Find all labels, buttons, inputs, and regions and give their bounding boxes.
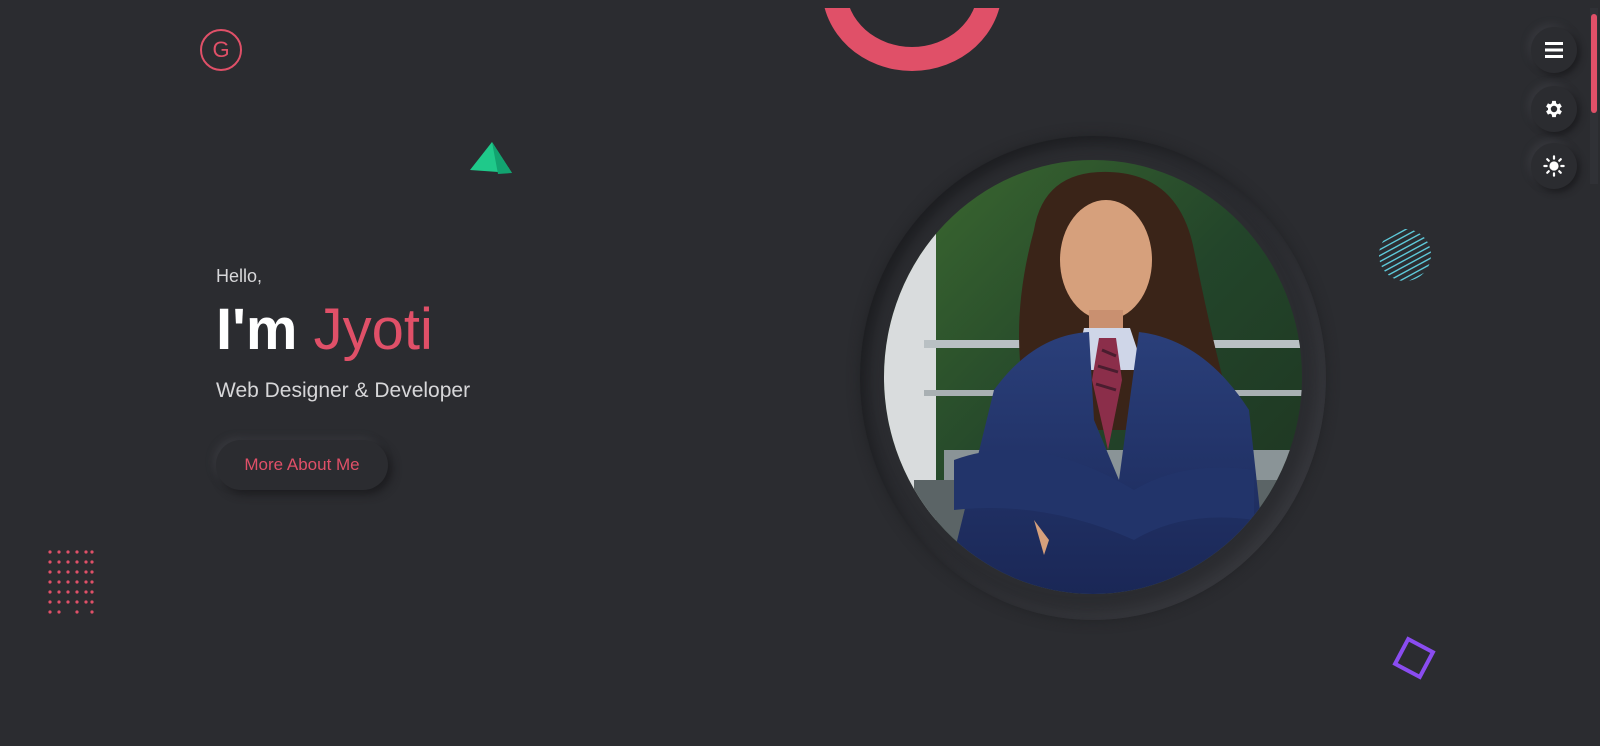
more-about-me-button[interactable]: More About Me	[216, 440, 388, 490]
logo-letter: G	[212, 37, 230, 62]
gear-icon	[1546, 100, 1562, 118]
scrollbar-thumb[interactable]	[1591, 14, 1597, 113]
headline-name: Jyoti	[313, 297, 433, 362]
menu-button[interactable]	[1531, 27, 1577, 73]
role-text: Web Designer & Developer	[216, 379, 471, 402]
hero-headline: I'm Jyoti	[216, 301, 470, 359]
decorative-ring	[822, 0, 1002, 71]
menu-icon	[1545, 42, 1563, 58]
top-border-mask	[0, 0, 1600, 8]
site-logo[interactable]: G	[200, 29, 242, 71]
sun-icon	[1543, 155, 1565, 177]
theme-toggle-button[interactable]	[1531, 143, 1577, 189]
hero-intro: Hello, I'm Jyoti Web Designer & Develope…	[216, 266, 470, 403]
settings-button[interactable]	[1531, 86, 1577, 132]
decorative-striped-circle	[1379, 229, 1431, 281]
greeting-text: Hello,	[216, 266, 263, 286]
decorative-square	[1392, 636, 1436, 680]
decorative-dot-grid	[48, 550, 94, 614]
profile-photo	[884, 160, 1302, 594]
headline-prefix: I'm	[216, 297, 298, 362]
decorative-triangle	[470, 142, 512, 174]
